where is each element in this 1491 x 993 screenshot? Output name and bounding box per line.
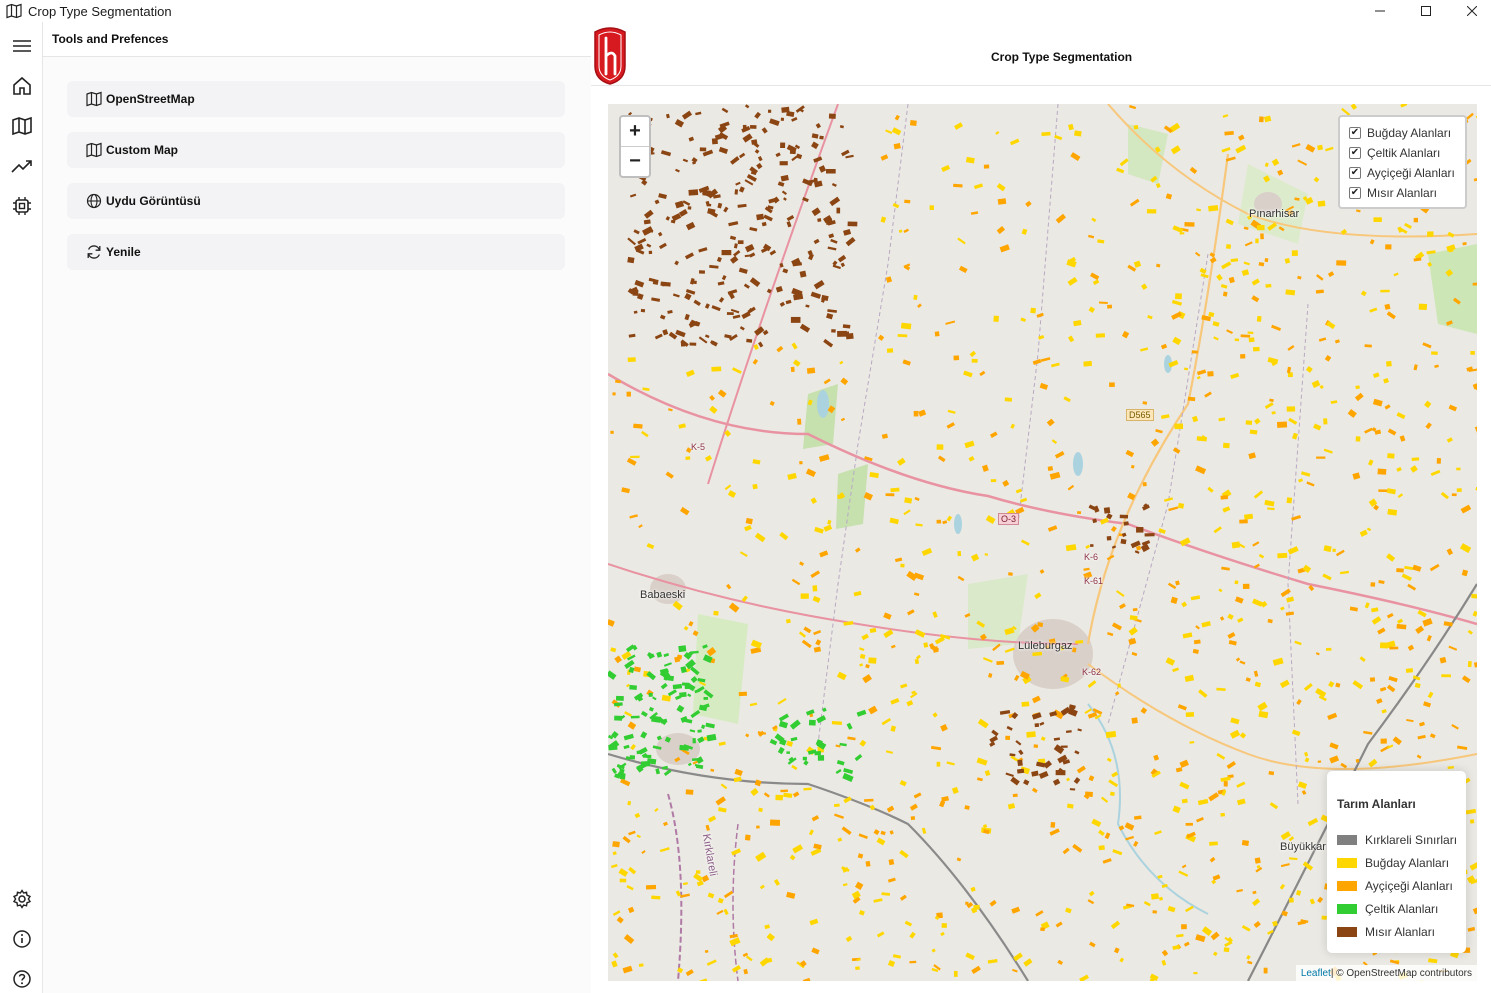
road-shield: D565 [1126, 409, 1154, 421]
legend-label: Kırklareli Sınırları [1365, 832, 1458, 847]
road-label: K-62 [1082, 667, 1102, 677]
page-title: Crop Type Segmentation [991, 50, 1133, 64]
legend-label: Çeltik Alanları [1365, 901, 1439, 916]
title-bar: Crop Type Segmentation [0, 0, 1491, 22]
trend-icon [11, 160, 32, 173]
minimize-icon [1375, 10, 1385, 12]
legend-item: Çeltik Alanları [1337, 897, 1466, 920]
layer-toggle-wheat[interactable]: ✔ Buğday Alanları [1349, 123, 1465, 143]
home-button[interactable] [10, 74, 34, 98]
analytics-button[interactable] [10, 154, 34, 178]
zoom-in-button[interactable]: + [621, 117, 649, 146]
checkbox[interactable]: ✔ [1349, 167, 1361, 179]
checkbox[interactable]: ✔ [1349, 127, 1361, 139]
place-label-babaeski: Babaeski [640, 589, 686, 601]
map-icon [12, 116, 32, 136]
help-icon [13, 970, 31, 988]
close-button[interactable] [1449, 0, 1491, 22]
place-label-buyukkari: Büyükkarı [1280, 841, 1329, 853]
leaflet-link[interactable]: Leaflet [1301, 968, 1331, 979]
chip-icon [13, 197, 31, 215]
map-nav-button[interactable] [10, 114, 34, 138]
legend-swatch [1337, 857, 1357, 868]
map-attribution: Leaflet | © OpenStreetMap contributors [1295, 965, 1477, 981]
place-label-pinarhisar: Pınarhisar [1249, 208, 1300, 220]
legend-item: Mısır Alanları [1337, 920, 1466, 943]
menu-icon [13, 40, 31, 52]
zoom-control: + − [619, 115, 651, 178]
road-label: K-61 [1084, 576, 1104, 586]
place-label-luleburgaz: Lüleburgaz [1018, 640, 1073, 652]
window-title: Crop Type Segmentation [28, 3, 172, 19]
map-icon [6, 3, 22, 19]
legend-swatch [1337, 926, 1357, 937]
checkbox[interactable]: ✔ [1349, 147, 1361, 159]
legend-item: Kırklareli Sınırları [1337, 828, 1466, 851]
main-header: Crop Type Segmentation [591, 22, 1491, 86]
legend-label: Ayçiçeği Alanları [1365, 878, 1453, 893]
map-icon [86, 142, 102, 158]
legend-item: Buğday Alanları [1337, 851, 1466, 874]
menu-button[interactable] [10, 34, 34, 58]
layer-label: Ayçiçeği Alanları [1367, 166, 1455, 180]
tool-label: OpenStreetMap [106, 92, 195, 106]
road-shield: O-3 [998, 513, 1020, 525]
maximize-icon [1421, 6, 1431, 16]
zoom-out-button[interactable]: − [621, 146, 649, 175]
legend-title: Tarım Alanları [1337, 797, 1416, 811]
maximize-button[interactable] [1403, 0, 1449, 22]
map-legend: Tarım Alanları Kırklareli Sınırları Buğd… [1327, 771, 1466, 953]
road-label: K-5 [691, 442, 706, 452]
settings-button[interactable] [10, 887, 34, 911]
panel-title: Tools and Prefences [43, 22, 591, 57]
info-icon [13, 930, 31, 948]
legend-label: Mısır Alanları [1365, 924, 1436, 939]
gear-icon [12, 889, 32, 909]
legend-item: Ayçiçeği Alanları [1337, 874, 1466, 897]
legend-swatch [1337, 834, 1357, 845]
nav-rail [0, 22, 43, 993]
globe-icon [86, 193, 102, 209]
info-button[interactable] [10, 927, 34, 951]
map-icon [86, 91, 102, 107]
university-logo [594, 27, 626, 85]
close-icon [1467, 6, 1477, 16]
tools-panel: Tools and Prefences OpenStreetMap Custom… [43, 22, 591, 993]
layer-label: Mısır Alanları [1367, 186, 1438, 200]
layer-toggle-corn[interactable]: ✔ Mısır Alanları [1349, 183, 1465, 203]
refresh-icon [87, 245, 101, 259]
tool-openstreetmap[interactable]: OpenStreetMap [67, 81, 565, 117]
help-button[interactable] [10, 967, 34, 991]
tool-satellite[interactable]: Uydu Görüntüsü [67, 183, 565, 219]
layer-label: Buğday Alanları [1367, 126, 1452, 140]
tool-refresh[interactable]: Yenile [67, 234, 565, 270]
attribution-text: | © OpenStreetMap contributors [1330, 967, 1472, 979]
road-label: K-6 [1084, 552, 1099, 562]
layer-toggle-sunflower[interactable]: ✔ Ayçiçeği Alanları [1349, 163, 1465, 183]
layer-toggle-rice[interactable]: ✔ Çeltik Alanları [1349, 143, 1465, 163]
legend-swatch [1337, 903, 1357, 914]
layer-control: ✔ Buğday Alanları ✔ Çeltik Alanları ✔ Ayçiç… [1338, 115, 1467, 209]
checkbox[interactable]: ✔ [1349, 187, 1361, 199]
legend-label: Buğday Alanları [1365, 855, 1450, 870]
tool-label: Uydu Görüntüsü [106, 194, 201, 208]
tool-custom-map[interactable]: Custom Map [67, 132, 565, 168]
minimize-button[interactable] [1357, 0, 1403, 22]
legend-swatch [1337, 880, 1357, 891]
tool-label: Yenile [106, 245, 141, 259]
map-view[interactable]: Pınarhisar Babaeski Lüleburgaz Büyükkarı… [608, 104, 1477, 981]
layer-label: Çeltik Alanları [1367, 146, 1441, 160]
tool-label: Custom Map [106, 143, 178, 157]
home-icon [13, 76, 31, 95]
model-button[interactable] [10, 194, 34, 218]
main-area: Crop Type Segmentation Pınarhisar Babaes… [591, 22, 1491, 993]
